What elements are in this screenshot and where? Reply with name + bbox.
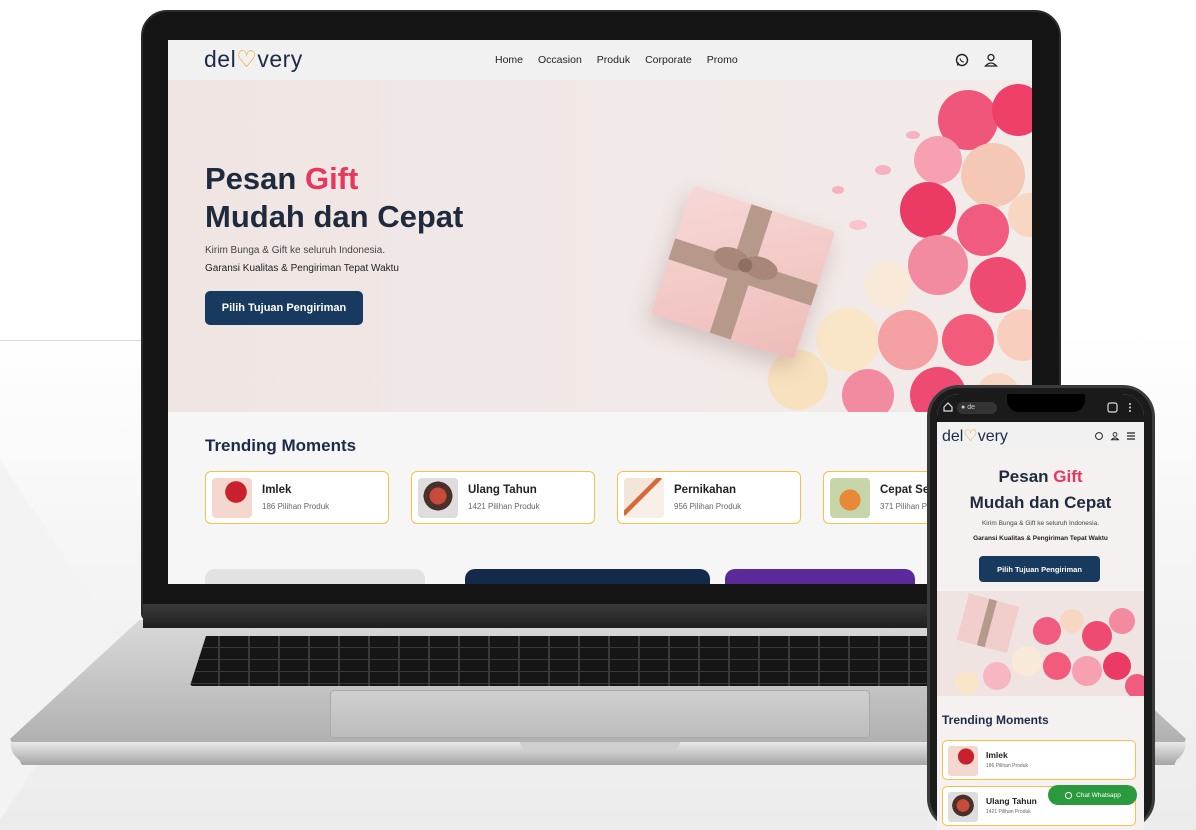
mobile-hero-image	[937, 591, 1144, 696]
trend-name: Ulang Tahun	[986, 796, 1037, 806]
chat-whatsapp-button[interactable]: Chat Whatsapp	[1048, 785, 1137, 805]
heart-icon: ♡	[963, 428, 978, 445]
site-logo[interactable]: del♡very	[204, 46, 303, 73]
mobile-hero-subtitle: Kirim Bunga & Gift ke seluruh Indonesia.	[981, 520, 1100, 527]
user-icon[interactable]	[1110, 431, 1120, 441]
hero-subtitle: Kirim Bunga & Gift ke seluruh Indonesia.	[205, 245, 386, 256]
main-nav: Home Occasion Produk Corporate Promo	[495, 54, 738, 66]
whatsapp-icon[interactable]	[954, 52, 970, 68]
laptop-trackpad	[330, 690, 870, 738]
site-header: del♡very Home Occasion Produk Corporate …	[168, 40, 1032, 80]
mobile-header: del♡very	[937, 422, 1144, 450]
trend-thumb	[212, 478, 252, 518]
url-bar[interactable]: ● de	[957, 402, 997, 414]
trend-name: Ulang Tahun	[468, 484, 537, 496]
trend-count: 1421 Pilihan Produk	[468, 502, 540, 511]
laptop-screen: del♡very Home Occasion Produk Corporate …	[168, 40, 1032, 584]
trend-name: Pernikahan	[674, 484, 736, 496]
select-destination-button[interactable]: Pilih Tujuan Pengiriman	[205, 291, 363, 325]
mobile-hero-guarantee: Garansi Kualitas & Pengiriman Tepat Wakt…	[973, 535, 1108, 542]
browser-bar: ● de	[937, 394, 1144, 422]
trend-count: 956 Pilihan Produk	[674, 502, 742, 511]
whatsapp-icon[interactable]	[1094, 431, 1104, 441]
trend-count: 186 Pilihan Produk	[986, 763, 1028, 769]
logo-text-end: very	[257, 46, 303, 72]
trend-thumb	[624, 478, 664, 518]
trend-thumb	[830, 478, 870, 518]
logo-text-start: del	[204, 46, 237, 72]
trend-count: 371 Pilihan P	[880, 502, 928, 511]
lock-icon: ●	[961, 404, 966, 411]
user-icon[interactable]	[983, 52, 999, 68]
decorative-line	[0, 340, 150, 341]
promo-card[interactable]	[725, 569, 915, 584]
trend-name: Cepat Se	[880, 484, 930, 496]
nav-item-corporate[interactable]: Corporate	[645, 54, 692, 66]
promo-card[interactable]	[465, 569, 710, 584]
tabs-icon[interactable]	[1107, 402, 1118, 413]
url-text: de	[967, 404, 975, 411]
trend-card-pernikahan[interactable]: Pernikahan 956 Pilihan Produk	[617, 471, 801, 524]
trend-count: 1421 Pilihan Produk	[986, 809, 1031, 815]
phone-screen: ● de del♡very Pesan Gift Mudah dan Cepat…	[937, 394, 1144, 830]
nav-item-occasion[interactable]: Occasion	[538, 54, 582, 66]
nav-item-promo[interactable]: Promo	[707, 54, 738, 66]
trending-title: Trending Moments	[205, 436, 357, 455]
nav-item-home[interactable]: Home	[495, 54, 523, 66]
laptop-keyboard	[190, 636, 990, 686]
device-mockup-stage: del♡very Home Occasion Produk Corporate …	[0, 0, 1196, 830]
menu-icon[interactable]	[1126, 431, 1136, 441]
phone-notch	[1007, 394, 1085, 412]
hero-title: Pesan Gift Mudah dan Cepat	[205, 161, 464, 234]
nav-item-produk[interactable]: Produk	[597, 54, 630, 66]
mobile-trend-card-imlek[interactable]: Imlek 186 Pilihan Produk	[942, 740, 1136, 780]
laptop-hinge	[143, 604, 1059, 628]
chat-whatsapp-label: Chat Whatsapp	[1076, 791, 1121, 799]
hero-banner: Pesan Gift Mudah dan Cepat Kirim Bunga &…	[168, 80, 1032, 412]
heart-icon: ♡	[236, 46, 258, 72]
mobile-select-destination-button[interactable]: Pilih Tujuan Pengiriman	[979, 556, 1100, 582]
decorative-shape	[0, 460, 120, 820]
trend-thumb	[948, 746, 978, 776]
trend-name: Imlek	[986, 750, 1008, 760]
trend-card-ulang-tahun[interactable]: Ulang Tahun 1421 Pilihan Produk	[411, 471, 595, 524]
more-icon[interactable]	[1127, 402, 1133, 413]
promo-card[interactable]	[205, 569, 425, 584]
trend-count: 186 Pilihan Produk	[262, 502, 330, 511]
trend-card-imlek[interactable]: Imlek 186 Pilihan Produk	[205, 471, 389, 524]
whatsapp-icon	[1064, 791, 1073, 799]
mobile-logo[interactable]: del♡very	[942, 426, 1008, 446]
home-icon[interactable]	[943, 402, 953, 412]
laptop-notch	[520, 742, 680, 750]
trend-name: Imlek	[262, 484, 292, 496]
trend-thumb	[418, 478, 458, 518]
hero-guarantee: Garansi Kualitas & Pengiriman Tepat Wakt…	[205, 263, 399, 274]
trend-thumb	[948, 792, 978, 822]
mobile-hero-title: Pesan Gift Mudah dan Cepat	[969, 467, 1112, 512]
mobile-trending-title: Trending Moments	[942, 713, 1049, 727]
